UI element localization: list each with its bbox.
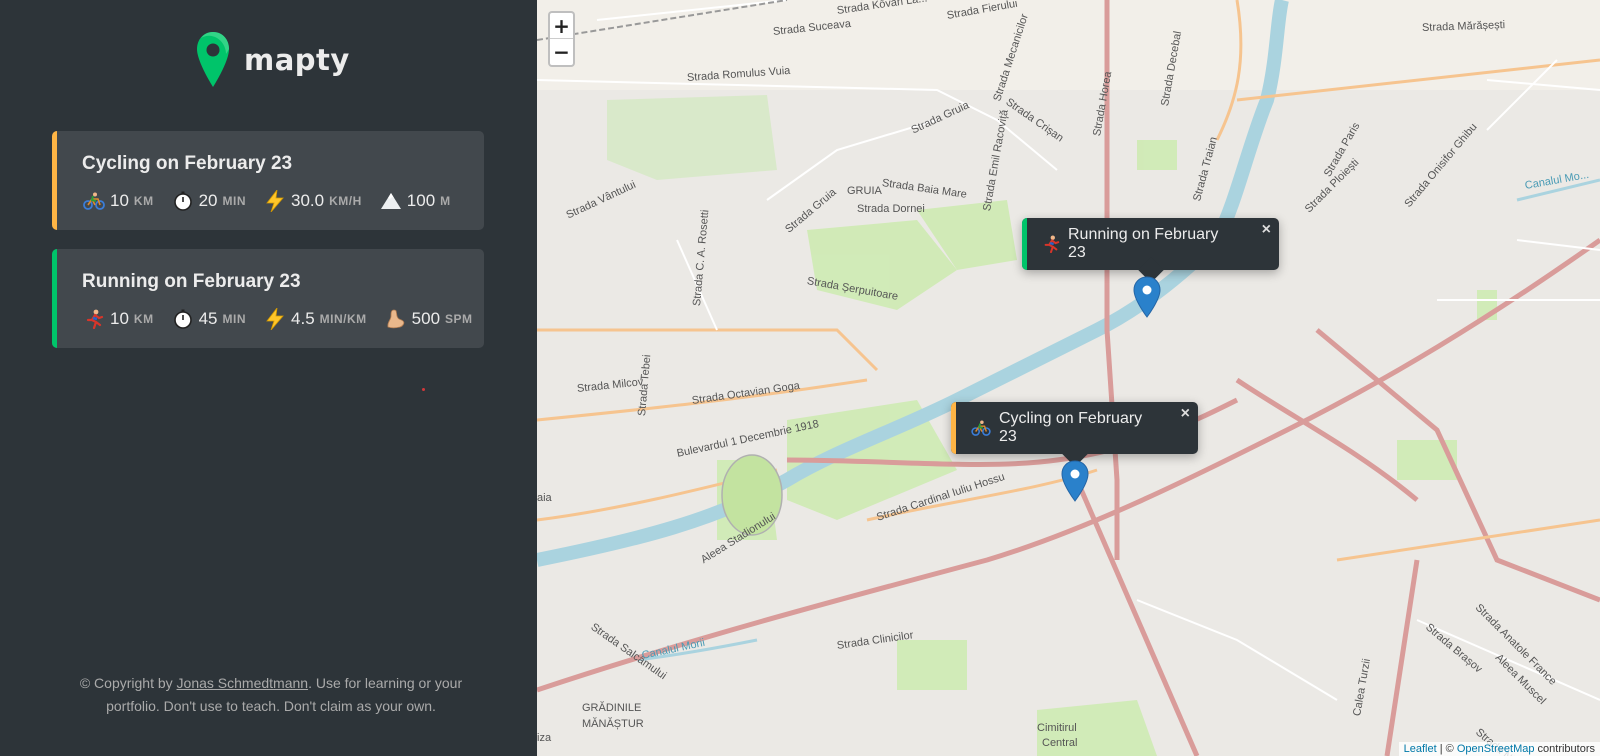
map[interactable]: Strada Kővári La... Strada Fierului Stra… [537, 0, 1600, 756]
stopwatch-icon [171, 190, 195, 212]
elevation-detail: 100 m [379, 190, 451, 212]
stray-dot [422, 388, 425, 391]
zoom-out-button[interactable]: − [550, 39, 573, 65]
district-label: MĂNĂȘTUR [582, 718, 644, 730]
workout-title: Cycling on February 23 [82, 153, 293, 174]
workout-details: 10 km 20 min 30.0 km/h [82, 190, 468, 212]
runner-icon [1042, 235, 1060, 253]
sidebar: mapty Cycling on February 23 10 km 20 mi… [0, 0, 537, 756]
map-marker-icon[interactable] [1061, 460, 1089, 502]
cycling-popup[interactable]: Cycling on February 23 × [951, 402, 1198, 467]
duration-detail: 20 min [171, 190, 246, 212]
stopwatch-icon [171, 308, 195, 330]
footprint-icon [384, 308, 408, 330]
mountain-icon [379, 190, 403, 212]
leaflet-link[interactable]: Leaflet [1404, 743, 1437, 755]
cadence-detail: 500 spm [384, 308, 473, 330]
street-label: GRUIA [847, 185, 882, 197]
speed-detail: 30.0 km/h [263, 190, 362, 212]
popup-close-button[interactable]: × [1262, 221, 1271, 239]
duration-unit: min [222, 194, 247, 208]
duration-unit: min [222, 312, 247, 326]
attribution-separator: | © [1436, 743, 1457, 755]
zoom-control: + − [548, 11, 575, 67]
workout-type-bar [52, 249, 57, 348]
workout-card-running[interactable]: Running on February 23 10 km 45 min [52, 249, 484, 348]
distance-unit: km [133, 312, 154, 326]
cadence-unit: spm [445, 312, 473, 326]
street-label: Strada Dornei [857, 203, 925, 215]
map-marker-icon[interactable] [1133, 276, 1161, 318]
logo-text: mapty [244, 43, 350, 77]
workout-details: 10 km 45 min 4.5 min/km [82, 308, 484, 330]
cemetery-label: Cimitirul [1037, 722, 1077, 734]
popup-text: Cycling on February 23 [999, 410, 1143, 445]
distance-unit: km [133, 194, 154, 208]
popup-text: Running on February 23 [1068, 226, 1219, 261]
osm-link[interactable]: OpenStreetMap [1457, 743, 1535, 755]
workout-card-cycling[interactable]: Cycling on February 23 10 km 20 min [52, 131, 484, 230]
lightning-icon [263, 190, 287, 212]
distance-detail: 10 km [82, 308, 154, 330]
logo: mapty [196, 30, 350, 90]
bicyclist-icon [971, 420, 991, 436]
pace-detail: 4.5 min/km [263, 308, 367, 330]
runner-icon [82, 308, 106, 330]
district-label: GRĂDINILE [582, 702, 642, 714]
zoom-in-button[interactable]: + [550, 13, 573, 39]
duration-value: 20 [198, 191, 218, 210]
author-link[interactable]: Jonas Schmedtmann [177, 675, 309, 691]
lightning-icon [263, 308, 287, 330]
cadence-value: 500 [411, 309, 441, 328]
speed-unit: km/h [329, 194, 362, 208]
attribution-suffix: contributors [1534, 743, 1595, 755]
copyright-prefix: © Copyright by [79, 675, 177, 691]
distance-detail: 10 km [82, 190, 154, 212]
popup-close-button[interactable]: × [1181, 405, 1190, 423]
map-pin-logo-icon [197, 32, 229, 87]
cemetery-label: Central [1042, 737, 1078, 749]
duration-detail: 45 min [171, 308, 246, 330]
duration-value: 45 [198, 309, 218, 328]
running-popup[interactable]: Running on February 23 × [1022, 218, 1279, 283]
bicyclist-icon [82, 190, 106, 212]
workout-type-bar [52, 131, 57, 230]
map-attribution: Leaflet | © OpenStreetMap contributors [1398, 742, 1600, 756]
elevation-unit: m [440, 194, 451, 208]
workout-title: Running on February 23 [82, 271, 301, 292]
popup-type-bar [1022, 218, 1027, 270]
pace-unit: min/km [319, 312, 367, 326]
copyright: © Copyright by Jonas Schmedtmann. Use fo… [60, 672, 482, 718]
distance-value: 10 [110, 309, 129, 328]
pace-value: 4.5 [291, 309, 315, 328]
popup-type-bar [951, 402, 956, 454]
street-label: iza [537, 732, 552, 744]
speed-value: 30.0 [291, 191, 325, 210]
elevation-value: 100 [406, 191, 436, 210]
distance-value: 10 [110, 191, 129, 210]
street-label: aia [537, 492, 552, 504]
